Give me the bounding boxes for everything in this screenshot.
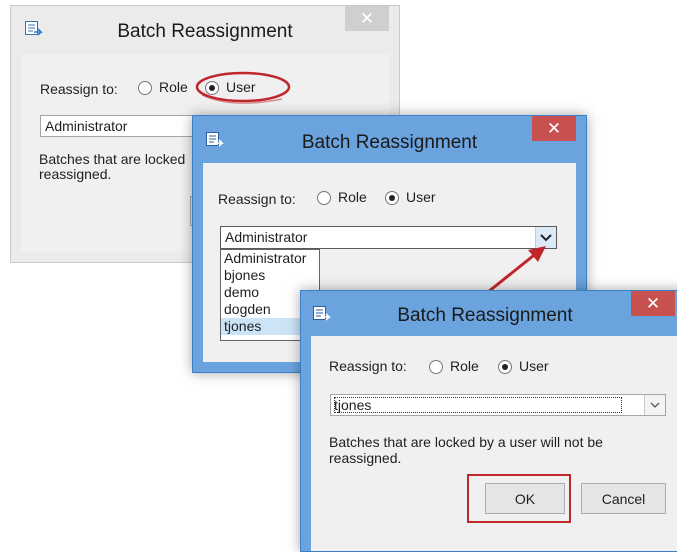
combo-value: Administrator	[225, 229, 308, 245]
locked-note: Batches that are locked reassigned.	[39, 151, 186, 182]
dropdown-option[interactable]: Administrator	[221, 250, 319, 267]
dropdown-option[interactable]: bjones	[221, 267, 319, 284]
combo-value: Administrator	[45, 118, 128, 134]
title-bar[interactable]: Batch Reassignment ✕	[11, 6, 399, 50]
user-radio-highlight	[195, 71, 291, 104]
reassign-to-label: Reassign to:	[329, 358, 407, 374]
close-button[interactable]: ✕	[631, 291, 675, 316]
role-radio-label: Role	[338, 189, 367, 205]
user-radio-label: User	[519, 358, 549, 374]
close-icon: ✕	[546, 118, 562, 138]
close-icon: ✕	[645, 293, 661, 313]
reassign-to-label: Reassign to:	[218, 191, 296, 207]
cancel-button[interactable]: Cancel	[581, 483, 666, 514]
locked-note: Batches that are locked by a user will n…	[329, 434, 603, 466]
dropdown-button[interactable]	[644, 395, 665, 415]
user-radio[interactable]	[385, 191, 399, 205]
title-bar[interactable]: Batch Reassignment ✕	[193, 116, 586, 160]
dialog-title: Batch Reassignment	[301, 132, 478, 153]
annotation-arrow	[487, 246, 546, 294]
user-radio[interactable]	[498, 360, 512, 374]
ok-button-highlight	[467, 474, 571, 523]
chevron-down-icon	[650, 402, 660, 408]
combo-value: tjones	[334, 397, 622, 413]
user-combo[interactable]: tjones	[330, 394, 666, 416]
role-radio-label: Role	[159, 79, 188, 95]
title-bar[interactable]: Batch Reassignment ✕	[301, 291, 677, 335]
cancel-button-label: Cancel	[601, 490, 646, 507]
role-radio[interactable]	[429, 360, 443, 374]
role-radio[interactable]	[138, 81, 152, 95]
role-radio-label: Role	[450, 358, 479, 374]
dialog-title: Batch Reassignment	[117, 21, 293, 42]
role-radio[interactable]	[317, 191, 331, 205]
close-icon: ✕	[359, 8, 375, 28]
user-radio-label: User	[406, 189, 436, 205]
close-button[interactable]: ✕	[345, 6, 389, 31]
dialog-title: Batch Reassignment	[397, 305, 573, 326]
close-button[interactable]: ✕	[532, 116, 576, 141]
reassign-to-label: Reassign to:	[40, 81, 118, 97]
